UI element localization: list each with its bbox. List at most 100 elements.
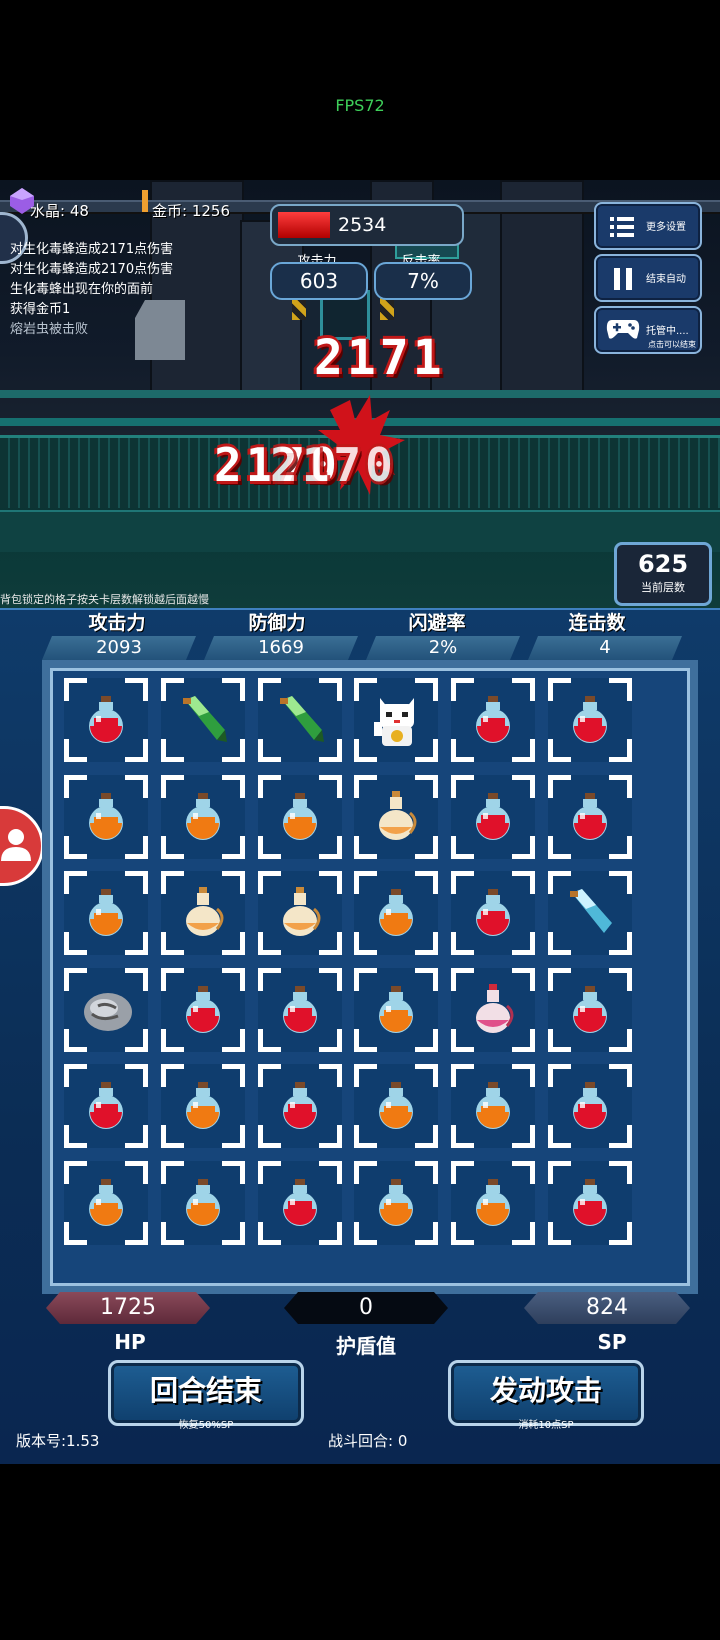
cyan-crystal-icon <box>570 889 612 933</box>
orange-potion-icon <box>476 1082 510 1129</box>
end-auto-label: 结束自动 <box>646 274 686 285</box>
red-potion-icon <box>573 1082 607 1129</box>
shield-label: 护盾值 <box>336 1334 396 1358</box>
inventory-slot[interactable] <box>451 1161 535 1245</box>
inventory-slot[interactable] <box>548 1064 632 1148</box>
inventory-slot[interactable] <box>258 871 342 955</box>
stat-combo-value: 4 <box>528 636 682 660</box>
round-label: 战斗回合: 0 <box>328 1432 408 1450</box>
inventory-slot[interactable] <box>258 1161 342 1245</box>
elixir-jug-icon <box>186 887 224 936</box>
inventory-slot[interactable] <box>258 1064 342 1148</box>
orange-potion-icon <box>379 889 413 936</box>
player-hp-value: 1725 <box>46 1292 210 1324</box>
inventory-slot[interactable] <box>64 678 148 762</box>
crystal-count: 水晶: 48 <box>30 202 89 220</box>
enemy-hp-fill <box>278 212 330 238</box>
stat-dodge-value: 2% <box>366 636 520 660</box>
auto-play-button[interactable]: 托管中.... 点击可以结束 <box>594 306 702 354</box>
orange-potion-icon <box>283 793 317 840</box>
stat-defense-label: 防御力 <box>248 612 306 634</box>
log-line: 生化毒蜂出现在你的面前 <box>10 282 154 297</box>
pause-icon <box>614 268 632 290</box>
combat-log: 对生化毒蜂造成2171点伤害 对生化毒蜂造成2170点伤害 生化毒蜂出现在你的面… <box>10 240 173 340</box>
inventory-slot[interactable] <box>548 1161 632 1245</box>
inventory-cells <box>58 676 666 1262</box>
end-turn-sub: 恢复50%SP <box>178 1420 234 1431</box>
end-auto-button[interactable]: 结束自动 <box>594 254 702 302</box>
inventory-slot[interactable] <box>451 775 535 859</box>
damage-number: 2170 <box>270 438 397 492</box>
inventory-slot[interactable] <box>354 968 438 1052</box>
inventory-slot[interactable] <box>354 1161 438 1245</box>
inventory-slot[interactable] <box>354 871 438 955</box>
elixir-jug-icon <box>283 887 321 936</box>
more-settings-button[interactable]: 更多设置 <box>594 202 702 250</box>
orange-potion-icon <box>186 793 220 840</box>
red-potion-icon <box>476 889 510 936</box>
inventory-slot[interactable] <box>161 1064 245 1148</box>
inventory-slot[interactable] <box>451 1064 535 1148</box>
auto-play-label: 托管中.... <box>646 326 689 337</box>
red-potion-icon <box>476 793 510 840</box>
inventory-slot[interactable] <box>451 678 535 762</box>
stat-defense-value: 1669 <box>204 636 358 660</box>
pink-elixir-icon <box>476 984 514 1033</box>
inventory-slot[interactable] <box>258 775 342 859</box>
green-crystal-icon <box>280 696 324 742</box>
hp-label: HP <box>114 1330 146 1354</box>
stat-attack-label: 攻击力 <box>88 612 146 634</box>
shield-value: 0 <box>284 1292 448 1324</box>
red-potion-icon <box>283 986 317 1033</box>
red-potion-icon <box>89 696 123 743</box>
enemy-hp-value: 2534 <box>338 214 387 236</box>
end-turn-label: 回合结束 <box>149 1374 262 1407</box>
gamepad-icon <box>606 320 640 339</box>
floor-label: 当前层数 <box>641 581 685 594</box>
log-line: 对生化毒蜂造成2171点伤害 <box>10 242 174 257</box>
inventory-slot[interactable] <box>258 968 342 1052</box>
coin-icon <box>142 190 148 212</box>
fps-counter: FPS72 <box>335 96 385 115</box>
red-potion-icon <box>573 986 607 1033</box>
orange-potion-icon <box>379 986 413 1033</box>
inventory-slot[interactable] <box>161 678 245 762</box>
inventory-slot[interactable] <box>64 968 148 1052</box>
inventory-slot[interactable] <box>161 1161 245 1245</box>
inventory-slot[interactable] <box>64 1161 148 1245</box>
inventory-slot[interactable] <box>354 1064 438 1148</box>
inventory-slot[interactable] <box>354 678 438 762</box>
attack-sub: 消耗10点SP <box>518 1420 574 1431</box>
inventory-slot[interactable] <box>64 871 148 955</box>
inventory-slot[interactable] <box>161 968 245 1052</box>
inventory-slot[interactable] <box>548 968 632 1052</box>
inventory-slot[interactable] <box>258 678 342 762</box>
orange-potion-icon <box>379 1179 413 1226</box>
inventory-slot[interactable] <box>161 775 245 859</box>
inventory-slot[interactable] <box>548 775 632 859</box>
inventory-slot[interactable] <box>64 775 148 859</box>
red-potion-icon <box>573 1179 607 1226</box>
inventory-slot[interactable] <box>451 871 535 955</box>
lock-tip: 背包锁定的格子按关卡层数解锁越后面越慢 <box>0 593 209 606</box>
orange-potion-icon <box>186 1082 220 1129</box>
stat-attack-value: 2093 <box>42 636 196 660</box>
red-potion-icon <box>573 793 607 840</box>
lucky-cat-icon <box>374 698 414 746</box>
inventory-slot[interactable] <box>354 775 438 859</box>
orange-potion-icon <box>379 1082 413 1129</box>
enemy-hp-bar: 2534 <box>270 204 464 246</box>
green-crystal-icon <box>183 696 227 742</box>
inventory-slot[interactable] <box>451 968 535 1052</box>
enemy-attack-value: 603 <box>270 262 368 300</box>
version-label: 版本号:1.53 <box>16 1432 100 1450</box>
damage-number: 2171 <box>314 330 446 386</box>
floor-counter: 625 当前层数 <box>614 542 712 606</box>
attack-label: 发动攻击 <box>489 1374 602 1407</box>
inventory-slot[interactable] <box>548 871 632 955</box>
inventory-slot[interactable] <box>548 678 632 762</box>
red-potion-icon <box>89 1082 123 1129</box>
inventory-slot[interactable] <box>64 1064 148 1148</box>
log-line: 对生化毒蜂造成2170点伤害 <box>10 262 174 277</box>
inventory-slot[interactable] <box>161 871 245 955</box>
